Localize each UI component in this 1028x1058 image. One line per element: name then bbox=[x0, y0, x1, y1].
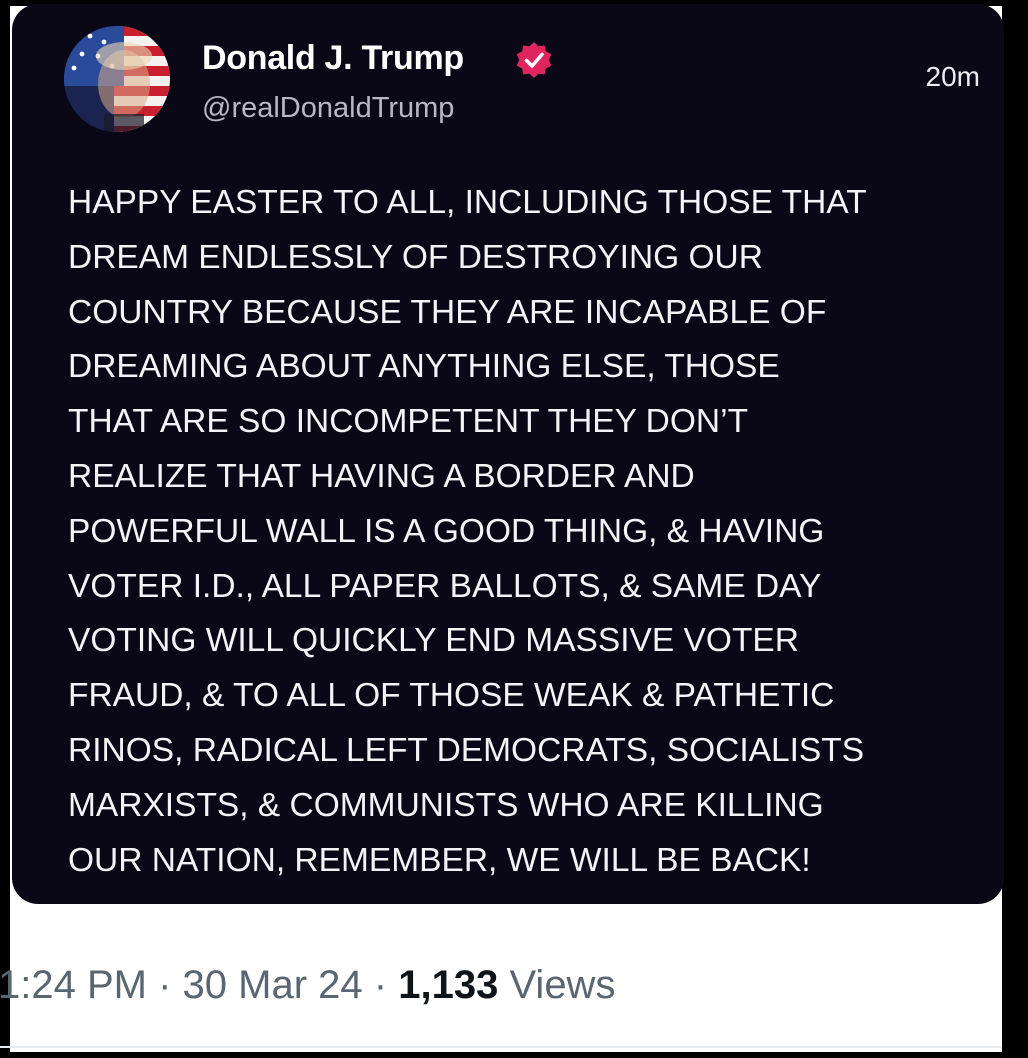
views-label: Views bbox=[509, 963, 616, 1007]
frame-edge bbox=[1002, 0, 1028, 1058]
post-body-line: RINOS, RADICAL LEFT DEMOCRATS, SOCIALIST… bbox=[68, 731, 865, 769]
verified-badge-icon bbox=[514, 40, 554, 80]
post-body-line: VOTING WILL QUICKLY END MASSIVE VOTER bbox=[68, 622, 799, 660]
post-body-line: OUR NATION, REMEMBER, WE WILL BE BACK! bbox=[68, 841, 811, 879]
avatar[interactable] bbox=[64, 26, 170, 132]
post-relative-time: 20m bbox=[925, 61, 980, 92]
post-body-line: POWERFUL WALL IS A GOOD THING, & HAVING bbox=[68, 512, 825, 550]
tweet-date[interactable]: 30 Mar 24 bbox=[183, 963, 363, 1007]
post-body-line: THAT ARE SO INCOMPETENT THEY DON’T bbox=[68, 403, 749, 441]
post-body-line: DREAM ENDLESSLY OF DESTROYING OUR bbox=[68, 238, 763, 276]
tweet-time[interactable]: 1:24 PM bbox=[0, 963, 147, 1007]
post-body-line: FRAUD, & TO ALL OF THOSE WEAK & PATHETIC bbox=[68, 677, 835, 715]
post-body-line: MARXISTS, & COMMUNISTS WHO ARE KILLING bbox=[68, 786, 824, 824]
post-body: HAPPY EASTER TO ALL, INCLUDING THOSE THA… bbox=[68, 176, 993, 888]
meta-separator: · bbox=[158, 963, 172, 1007]
divider bbox=[0, 1046, 1002, 1048]
frame-edge bbox=[0, 1052, 1028, 1058]
meta-separator: · bbox=[373, 963, 388, 1007]
views-count: 1,133 bbox=[398, 963, 499, 1007]
post-body-line: VOTER I.D., ALL PAPER BALLOTS, & SAME DA… bbox=[68, 567, 822, 605]
post-body-line: REALIZE THAT HAVING A BORDER AND bbox=[68, 457, 695, 495]
tweet-meta-row: 1:24 PM · 30 Mar 24 · 1,133 Views bbox=[0, 960, 615, 1010]
frame-edge bbox=[0, 0, 10, 1058]
embedded-post-card[interactable]: Donald J. Trump @realDonaldTrump 20m HAP… bbox=[12, 4, 1004, 904]
post-body-line: HAPPY EASTER TO ALL, INCLUDING THOSE THA… bbox=[68, 184, 867, 221]
author-handle[interactable]: @realDonaldTrump bbox=[202, 90, 454, 126]
author-name[interactable]: Donald J. Trump bbox=[202, 38, 464, 78]
post-body-line: COUNTRY BECAUSE THEY ARE INCAPABLE OF bbox=[68, 293, 827, 331]
post-body-line: DREAMING ABOUT ANYTHING ELSE, THOSE bbox=[68, 348, 780, 386]
screenshot-frame: Donald J. Trump @realDonaldTrump 20m HAP… bbox=[0, 0, 1028, 1058]
flag-portrait-avatar-icon bbox=[64, 26, 170, 132]
